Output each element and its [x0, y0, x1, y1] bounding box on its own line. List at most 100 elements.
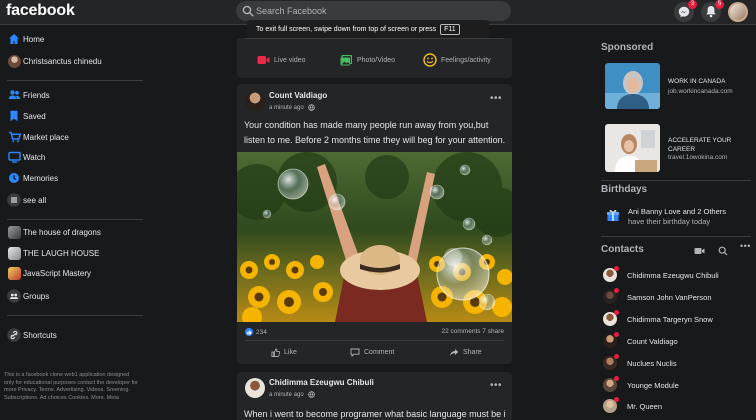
search-bar[interactable] [236, 1, 511, 21]
contact-item[interactable]: Mr. Queen [603, 397, 753, 415]
ad-title[interactable]: WORK IN CANADA [668, 78, 725, 85]
contact-avatar [603, 354, 619, 370]
contact-item[interactable]: Chidimma Ezeugwu Chibuli [603, 266, 753, 284]
ad-title[interactable]: ACCELERATE YOUR CAREER [668, 136, 731, 154]
contacts-search-icon[interactable] [718, 243, 728, 261]
sidebar-item-memories[interactable]: Memories [0, 169, 144, 187]
more-options-icon[interactable]: ••• [490, 380, 502, 391]
gift-icon [606, 208, 620, 227]
sidebar-item-label: Friends [23, 90, 50, 100]
share-label: Share [463, 349, 482, 356]
contact-avatar [603, 376, 619, 392]
contact-name: Chidimma Targeryn Snow [627, 314, 713, 324]
sidebar-item-home[interactable]: Home [0, 30, 144, 48]
sidebar-item-watch[interactable]: Watch [0, 148, 144, 166]
ad-photo [605, 124, 660, 172]
sidebar-item-friends[interactable]: Friends [0, 86, 144, 104]
comment-label: Comment [364, 349, 395, 356]
comment-icon [350, 348, 360, 357]
post-author-name[interactable]: Chidimma Ezeugwu Chibuli [269, 378, 374, 387]
sidebar-item-see-all[interactable]: see all [0, 191, 144, 209]
composer-divider [245, 38, 504, 39]
ad-title-line: ACCELERATE YOUR [668, 137, 732, 144]
sidebar-item-profile[interactable]: Christsanctus chinedu [0, 52, 144, 70]
notifications-button[interactable]: 5 [701, 0, 724, 22]
sidebar-group-house-of-dragons[interactable]: The house of dragons [0, 223, 144, 241]
ad-url[interactable]: job.workincanada.com [668, 88, 733, 95]
live-video-button[interactable]: Live video [257, 55, 306, 65]
birthday-conjunction: and [680, 207, 698, 216]
groups-icon [7, 289, 21, 303]
group-avatar [7, 225, 21, 239]
comment-button[interactable]: Comment [350, 348, 394, 357]
sidebar-group-laugh-house[interactable]: THE LAUGH HOUSE [0, 244, 144, 262]
ad-url[interactable]: travel.1owokina.com [668, 154, 727, 161]
post-author-avatar[interactable] [245, 91, 265, 111]
sidebar-item-label: Home [23, 34, 45, 44]
profile-avatar[interactable] [728, 2, 748, 22]
online-indicator [614, 266, 619, 271]
sidebar-divider [7, 80, 143, 81]
contact-item[interactable]: Nuclues Nuclis [603, 354, 753, 372]
f11-key: F11 [440, 24, 460, 35]
sidebar-item-label: Memories [23, 173, 59, 183]
post-card: Count Valdiago a minute ago ••• Your con… [237, 84, 512, 364]
smiley-icon [423, 53, 437, 67]
sidebar-footer: This is a facebook clone web1 applicatio… [4, 372, 138, 401]
birthday-notice[interactable]: Ani Banny Love and 2 Others have their b… [628, 207, 726, 227]
contact-avatar [603, 266, 619, 282]
tv-icon [7, 150, 21, 164]
feeling-activity-label: Feelings/activity [441, 56, 491, 64]
group-avatar [7, 266, 21, 280]
post-stats[interactable]: 22 comments 7 share [441, 328, 504, 335]
contact-avatar [603, 310, 619, 326]
post-timestamp[interactable]: a minute ago [269, 105, 304, 111]
post-author-avatar[interactable] [245, 378, 265, 398]
contact-item[interactable]: Chidimma Targeryn Snow [603, 310, 753, 328]
link-icon [7, 328, 21, 342]
messenger-icon [678, 6, 690, 18]
sponsored-title: Sponsored [601, 42, 654, 53]
messenger-badge: 3 [688, 0, 697, 9]
contact-item[interactable]: Younge Module [603, 376, 753, 394]
bookmark-icon [7, 109, 21, 123]
post-author-name[interactable]: Count Valdiago [269, 91, 327, 100]
shop-icon [7, 130, 21, 144]
sidebar-item-saved[interactable]: Saved [0, 107, 144, 125]
messenger-button[interactable]: 3 [674, 0, 697, 22]
share-icon [450, 349, 459, 356]
sidebar-item-label: Shortcuts [23, 330, 57, 340]
share-button[interactable]: Share [449, 348, 482, 357]
post-timestamp[interactable]: a minute ago [269, 392, 304, 398]
online-indicator [614, 376, 619, 381]
photo-video-label: Photo/Video [357, 57, 396, 64]
sidebar-item-marketplace[interactable]: Market place [0, 128, 144, 146]
contacts-title: Contacts [601, 244, 644, 255]
video-call-icon[interactable] [694, 243, 705, 261]
facebook-logo[interactable]: facebook [6, 2, 75, 20]
sidebar-item-shortcuts[interactable]: Shortcuts [0, 326, 144, 344]
contact-avatar [603, 397, 619, 413]
post-photo-illustration [237, 152, 512, 322]
contact-name: Samson John VanPerson [627, 292, 712, 302]
contacts-more-icon[interactable]: ••• [740, 241, 751, 251]
sidebar-item-label: Groups [23, 291, 50, 301]
sidebar-group-javascript-mastery[interactable]: JavaScript Mastery [0, 264, 144, 282]
contact-item[interactable]: Samson John VanPerson [603, 288, 753, 306]
like-label: Like [284, 349, 297, 356]
ad-image-work-in-canada[interactable] [605, 63, 660, 109]
online-indicator [614, 354, 619, 359]
post-image[interactable] [237, 152, 512, 322]
contact-item[interactable]: Count Valdiago [603, 332, 753, 350]
contact-name: Mr. Queen [627, 401, 663, 411]
like-button[interactable]: Like [271, 348, 297, 357]
sidebar-item-label: Watch [23, 152, 46, 162]
ad-image-accelerate-career[interactable] [605, 124, 660, 172]
sidebar-item-groups[interactable]: Groups [0, 287, 144, 305]
ad-photo [605, 63, 660, 109]
photo-video-button[interactable]: Photo/Video [340, 55, 395, 66]
search-input[interactable] [256, 1, 506, 21]
feeling-activity-button[interactable]: Feelings/activity [423, 53, 491, 67]
more-options-icon[interactable]: ••• [490, 93, 502, 104]
like-count[interactable]: 234 [256, 329, 267, 336]
